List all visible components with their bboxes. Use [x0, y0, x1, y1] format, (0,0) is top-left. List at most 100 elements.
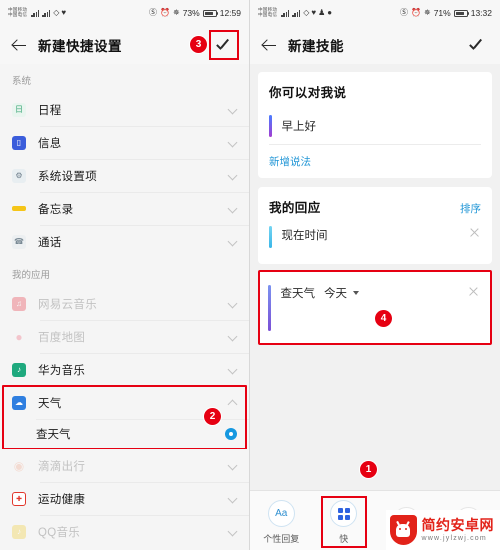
chevron-up-icon[interactable]: [228, 398, 237, 407]
signal-icon-2: [292, 9, 301, 17]
close-icon[interactable]: [467, 285, 480, 298]
say-card-header: 你可以对我说: [269, 82, 481, 101]
list-item[interactable]: 备忘录: [0, 192, 249, 225]
alarm-icon: ⏰: [411, 8, 421, 17]
list-item[interactable]: 日 日程: [0, 93, 249, 126]
person-icon: ♟: [318, 8, 326, 17]
weather-icon: ☁: [12, 395, 26, 410]
add-phrase-link[interactable]: 新增说法: [269, 154, 481, 169]
carrier-line-2: 中国电信: [258, 12, 278, 17]
accent-bar: [269, 226, 272, 248]
list-item[interactable]: ♪ QQ音乐: [0, 515, 249, 548]
wifi-icon: ◇: [303, 8, 310, 17]
signal-icon-2: [42, 9, 51, 17]
chevron-down-icon[interactable]: [228, 527, 237, 536]
row-label: 通话: [38, 236, 62, 249]
list-item[interactable]: ● 百度地图: [0, 320, 249, 353]
page-title: 新建技能: [288, 39, 344, 54]
accent-bar: [269, 115, 272, 137]
step-badge-4: 4: [375, 310, 392, 327]
close-icon[interactable]: [468, 226, 481, 239]
response-body: 查天气 今天: [281, 285, 468, 301]
list-item[interactable]: ♪ 华为音乐: [0, 353, 249, 386]
row-label: 百度地图: [38, 331, 86, 344]
status-left-icons: ◇ ♥: [31, 9, 66, 17]
list-item[interactable]: ◉ 滴滴出行: [0, 449, 249, 482]
bluetooth-icon: ✵: [173, 8, 180, 17]
row-label: 网易云音乐: [38, 298, 97, 311]
list-item[interactable]: ⚙ 系统设置项: [0, 159, 249, 192]
robot-eye-left: [399, 527, 401, 530]
back-arrow-icon[interactable]: [10, 36, 28, 54]
chevron-down-icon[interactable]: [228, 204, 237, 213]
chevron-down-icon[interactable]: [228, 494, 237, 503]
row-label: 备忘录: [38, 203, 74, 216]
list-item[interactable]: ♫ 网易云音乐: [0, 287, 249, 320]
row-label: 运动健康: [38, 493, 86, 506]
left-phone-screen: 中国移动 中国电信 ◇ ♥ Ⓢ ⏰ ✵ 73% 12:59 新建快捷设置 系统 …: [0, 0, 250, 550]
carrier-labels: 中国移动 中国电信: [258, 7, 278, 18]
chevron-down-icon[interactable]: [228, 299, 237, 308]
response-item[interactable]: 现在时间: [269, 220, 481, 255]
phrase-field[interactable]: 早上好: [269, 110, 481, 145]
list-item[interactable]: ▯ 信息: [0, 126, 249, 159]
right-phone-screen: 中国移动 中国电信 ◇ ♥ ♟ ● Ⓢ ⏰ ✵ 71% 13:32 新建技能 你…: [250, 0, 500, 550]
weather-response-card[interactable]: 查天气 今天 4: [258, 270, 492, 345]
phrase-value: 早上好: [281, 121, 317, 133]
step-badge-3: 3: [190, 36, 207, 53]
left-app-bar: 新建快捷设置: [0, 26, 249, 64]
my-response-card: 我的回应 排序 现在时间: [258, 187, 492, 264]
battery-icon: [202, 9, 219, 17]
confirm-check-button[interactable]: [209, 30, 239, 60]
card-title: 我的回应: [269, 201, 321, 215]
chevron-down-icon[interactable]: [228, 138, 237, 147]
response-item-weather[interactable]: 查天气 今天: [268, 279, 480, 331]
didi-icon: ◉: [13, 458, 25, 473]
chevron-down-icon[interactable]: [353, 291, 359, 295]
response-chip[interactable]: 今天: [324, 285, 347, 301]
chevron-down-icon[interactable]: [228, 105, 237, 114]
clock-time: 12:59: [219, 8, 241, 18]
back-arrow-icon[interactable]: [260, 36, 278, 54]
response-card-header: 我的回应 排序: [269, 197, 481, 216]
chevron-down-icon[interactable]: [228, 365, 237, 374]
battery-percent: 73%: [182, 8, 200, 18]
mute-icon: Ⓢ: [149, 8, 158, 17]
chevron-down-icon[interactable]: [228, 237, 237, 246]
vpn-icon: ♥: [311, 8, 317, 17]
chevron-down-icon[interactable]: [228, 171, 237, 180]
row-label: 信息: [38, 137, 62, 150]
group-header-system: 系统: [0, 64, 249, 93]
vpn-icon: ♥: [61, 8, 67, 17]
wifi-icon: ◇: [53, 8, 60, 17]
list-item[interactable]: ☎ 通话: [0, 225, 249, 258]
list-item[interactable]: ✚ 运动健康: [0, 482, 249, 515]
skill-editor-body: 你可以对我说 早上好 新增说法 我的回应 排序 现在时间 查天气 今天 4: [250, 64, 500, 490]
row-label: QQ音乐: [38, 526, 81, 539]
phone-icon: ☎: [12, 234, 26, 249]
watermark-texts: 简约安卓网 www.jylzwj.com: [422, 518, 495, 542]
confirm-check-button[interactable]: [464, 32, 490, 58]
row-label: 华为音乐: [38, 364, 86, 377]
radio-selected-icon[interactable]: [225, 428, 237, 440]
android-robot-glyph: [396, 523, 410, 537]
accent-bar: [268, 285, 271, 331]
chevron-down-icon[interactable]: [228, 332, 237, 341]
message-icon: ▯: [12, 135, 26, 150]
left-settings-list[interactable]: 系统 日 日程 ▯ 信息 ⚙ 系统设置项 备忘录 ☎ 通话 我的应用 ♫ 网易云…: [0, 64, 249, 550]
say-to-me-card: 你可以对我说 早上好 新增说法: [258, 72, 492, 178]
check-icon: [467, 35, 487, 55]
tab-personal-reply[interactable]: Aa 个性回复: [252, 500, 310, 545]
baidu-map-icon: ●: [15, 329, 23, 344]
carrier-labels: 中国移动 中国电信: [8, 7, 27, 18]
tab-quick-settings[interactable]: 快: [315, 496, 373, 548]
netease-music-icon: ♫: [12, 296, 26, 311]
response-text: 查天气: [280, 288, 316, 300]
battery-percent: 71%: [433, 8, 451, 18]
chevron-down-icon[interactable]: [228, 461, 237, 470]
step-badge-1: 1: [360, 461, 377, 478]
notes-icon: [12, 206, 26, 211]
sort-button[interactable]: 排序: [460, 201, 481, 216]
check-icon: [214, 35, 234, 55]
qq-music-icon: ♪: [12, 524, 26, 539]
